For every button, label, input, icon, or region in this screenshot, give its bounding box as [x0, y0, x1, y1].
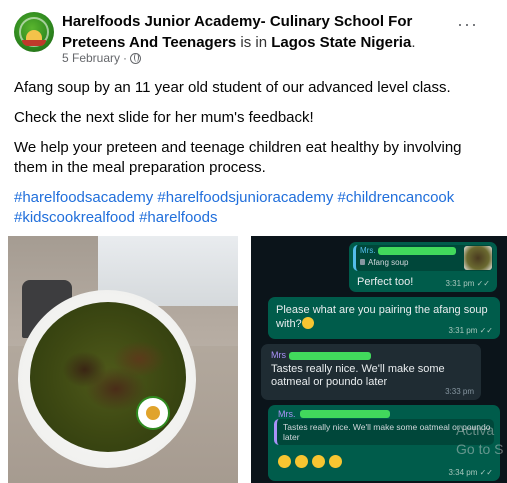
quoted-thumbnail: [464, 246, 492, 270]
quoted-sender: Mrs.: [360, 246, 376, 255]
redaction-mark: [378, 247, 456, 255]
post-paragraph: Check the next slide for her mum's feedb…: [14, 109, 314, 126]
post-date[interactable]: 5 February: [62, 51, 120, 65]
chef-emoji-icon: [312, 455, 325, 468]
location-suffix: .: [411, 34, 416, 51]
outgoing-reply-bubble: Mrs. Afang soup Perfect too! 3:31 pm ✓✓: [349, 242, 497, 292]
photo-icon: [360, 259, 365, 265]
globe-icon: [130, 52, 142, 64]
post-body: Afang soup by an 11 year old student of …: [14, 78, 494, 228]
redaction-mark: [300, 410, 390, 418]
logo-stamp-icon: [136, 396, 170, 430]
watermark-line: Activa: [456, 422, 495, 438]
more-options-button[interactable]: ···: [457, 14, 478, 35]
post-header: Harelfoods Junior Academy- Culinary Scho…: [0, 0, 507, 70]
incoming-message-bubble: Mrs Tastes really nice. We'll make some …: [261, 344, 481, 400]
post-paragraph: Afang soup by an 11 year old student of …: [14, 79, 451, 96]
chat-screenshot[interactable]: Mrs. Afang soup Perfect too! 3:31 pm ✓✓ …: [251, 236, 507, 483]
message-text: Tastes really nice. We'll make some oatm…: [271, 363, 445, 388]
message-time: 3:34 pm ✓✓: [448, 468, 493, 477]
emoji-row: [278, 455, 342, 468]
avatar-pot: [22, 40, 46, 46]
chef-emoji-icon: [329, 455, 342, 468]
post-meta: 5 February ·: [62, 51, 142, 65]
message-time: 3:33 pm: [445, 387, 474, 396]
message-time: 3:31 pm ✓✓: [448, 326, 493, 335]
redaction-mark: [289, 352, 371, 360]
date-separator: ·: [123, 51, 128, 65]
quoted-image-message: Mrs. Afang soup: [353, 245, 493, 271]
is-in-text: is in: [240, 34, 268, 51]
soup-photo[interactable]: [8, 236, 238, 483]
activation-watermark: Activa Go to S: [456, 421, 503, 459]
message-time: 3:31 pm ✓✓: [445, 279, 490, 288]
message-text: Perfect too!: [357, 276, 414, 288]
sender-name: Mrs: [271, 350, 286, 360]
watermark-line: Go to S: [456, 441, 504, 457]
page-avatar[interactable]: [14, 12, 54, 52]
quoted-text: Afang soup: [368, 258, 409, 267]
sender-name: Mrs.: [278, 409, 296, 419]
hashtags[interactable]: #harelfoodsacademy #harelfoodsjunioracad…: [14, 188, 494, 228]
grinning-emoji-icon: [301, 317, 314, 329]
outgoing-message-bubble: Please what are you pairing the afang so…: [268, 297, 500, 339]
location-link[interactable]: Lagos State Nigeria: [271, 34, 411, 51]
post-paragraph: We help your preteen and teenage childre…: [14, 139, 462, 176]
post-author-line: Harelfoods Junior Academy- Culinary Scho…: [62, 11, 442, 53]
chef-emoji-icon: [295, 455, 308, 468]
afang-soup: [30, 302, 186, 452]
chef-emoji-icon: [278, 455, 291, 468]
